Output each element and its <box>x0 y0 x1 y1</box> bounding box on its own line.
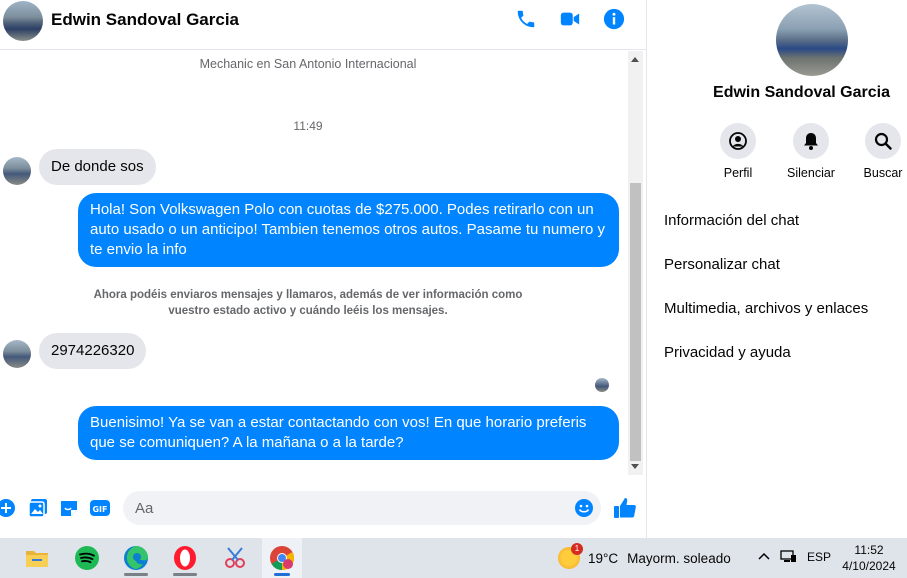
notice-line-2: vuestro estado activo y cuándo leéis los… <box>168 305 448 317</box>
sticker-icon[interactable] <box>59 498 79 518</box>
app-open-indicator <box>124 573 148 576</box>
sender-avatar[interactable] <box>3 340 31 368</box>
notice-line-1: Ahora podéis enviaros mensajes y llamaro… <box>93 289 523 301</box>
composer: GIF <box>0 480 646 536</box>
notification-badge: 1 <box>571 543 583 555</box>
scroll-thumb[interactable] <box>630 183 641 461</box>
timestamp: 11:49 <box>293 119 323 133</box>
chat-details-panel: Edwin Sandoval Garcia Perfil Silenciar B… <box>646 0 907 538</box>
profile-action[interactable]: Perfil <box>708 123 768 180</box>
clock-date: 4/10/2024 <box>842 559 896 573</box>
chat-notice: Ahora podéis enviaros mensajes y llamaro… <box>80 287 536 319</box>
chrome-icon[interactable] <box>262 538 302 578</box>
sun-icon: 1 <box>558 543 583 569</box>
video-call-icon[interactable] <box>559 8 581 30</box>
menu-chat-info[interactable]: Información del chat <box>664 212 799 229</box>
edge-icon[interactable] <box>116 538 156 578</box>
sender-avatar[interactable] <box>3 157 31 185</box>
message-outgoing[interactable]: Hola! Son Volkswagen Polo con cuotas de … <box>78 193 619 267</box>
message-list[interactable]: Mechanic en San Antonio Internacional 11… <box>0 51 628 475</box>
clock-time: 11:52 <box>854 543 884 557</box>
message-scrollbar[interactable] <box>628 51 643 475</box>
file-explorer-icon[interactable] <box>17 538 57 578</box>
scroll-down-arrow-icon[interactable] <box>631 464 639 469</box>
svg-text:GIF: GIF <box>92 505 107 514</box>
chevron-up-icon[interactable] <box>757 549 771 566</box>
menu-privacy-help[interactable]: Privacidad y ayuda <box>664 344 791 361</box>
profile-name: Edwin Sandoval Garcia <box>713 84 890 101</box>
profile-avatar[interactable] <box>776 4 848 76</box>
info-icon[interactable] <box>603 8 625 30</box>
app-open-indicator <box>173 573 197 576</box>
temperature: 19°C <box>588 550 619 566</box>
profile-icon[interactable] <box>720 123 756 159</box>
message-incoming[interactable]: De donde sos <box>39 149 156 185</box>
snipping-tool-icon[interactable] <box>215 538 255 578</box>
mute-action[interactable]: Silenciar <box>781 123 841 180</box>
message-input[interactable] <box>135 491 565 525</box>
contact-avatar[interactable] <box>3 1 43 41</box>
seen-indicator-avatar <box>595 378 609 392</box>
bell-icon[interactable] <box>793 123 829 159</box>
emoji-icon[interactable] <box>574 498 594 518</box>
network-icon[interactable] <box>779 548 797 567</box>
taskbar: 1 19°C Mayorm. soleado ESP 11:52 4/10/20… <box>0 538 907 578</box>
weather-widget[interactable]: 1 19°C Mayorm. soleado <box>558 543 731 570</box>
photo-attach-icon[interactable] <box>28 498 48 518</box>
system-clock[interactable]: 11:52 4/10/2024 <box>838 542 900 574</box>
search-action[interactable]: Buscar <box>853 123 907 180</box>
mute-action-label: Silenciar <box>787 166 835 180</box>
language-indicator[interactable]: ESP <box>807 550 831 564</box>
chat-window: Edwin Sandoval Garcia Mechanic en San An… <box>0 0 646 538</box>
search-action-label: Buscar <box>863 166 903 180</box>
weather-condition: Mayorm. soleado <box>627 550 731 566</box>
search-icon[interactable] <box>865 123 901 159</box>
chat-header: Edwin Sandoval Garcia <box>0 0 646 50</box>
phone-call-icon[interactable] <box>515 8 537 30</box>
opera-icon[interactable] <box>165 538 205 578</box>
message-outgoing[interactable]: Buenisimo! Ya se van a estar contactando… <box>78 406 619 460</box>
app-active-indicator <box>274 573 290 576</box>
plus-circle-icon[interactable] <box>0 498 16 518</box>
thumbs-up-icon[interactable] <box>613 496 637 520</box>
profile-action-label: Perfil <box>723 166 753 180</box>
spotify-icon[interactable] <box>67 538 107 578</box>
menu-media-files-links[interactable]: Multimedia, archivos y enlaces <box>664 300 868 317</box>
message-incoming[interactable]: 2974226320 <box>39 333 147 369</box>
contact-subtitle: Mechanic en San Antonio Internacional <box>199 57 417 71</box>
gif-icon[interactable]: GIF <box>90 498 110 518</box>
scroll-up-arrow-icon[interactable] <box>631 57 639 62</box>
menu-customize-chat[interactable]: Personalizar chat <box>664 256 780 273</box>
contact-name[interactable]: Edwin Sandoval Garcia <box>51 10 239 30</box>
message-input-box[interactable] <box>123 491 601 525</box>
